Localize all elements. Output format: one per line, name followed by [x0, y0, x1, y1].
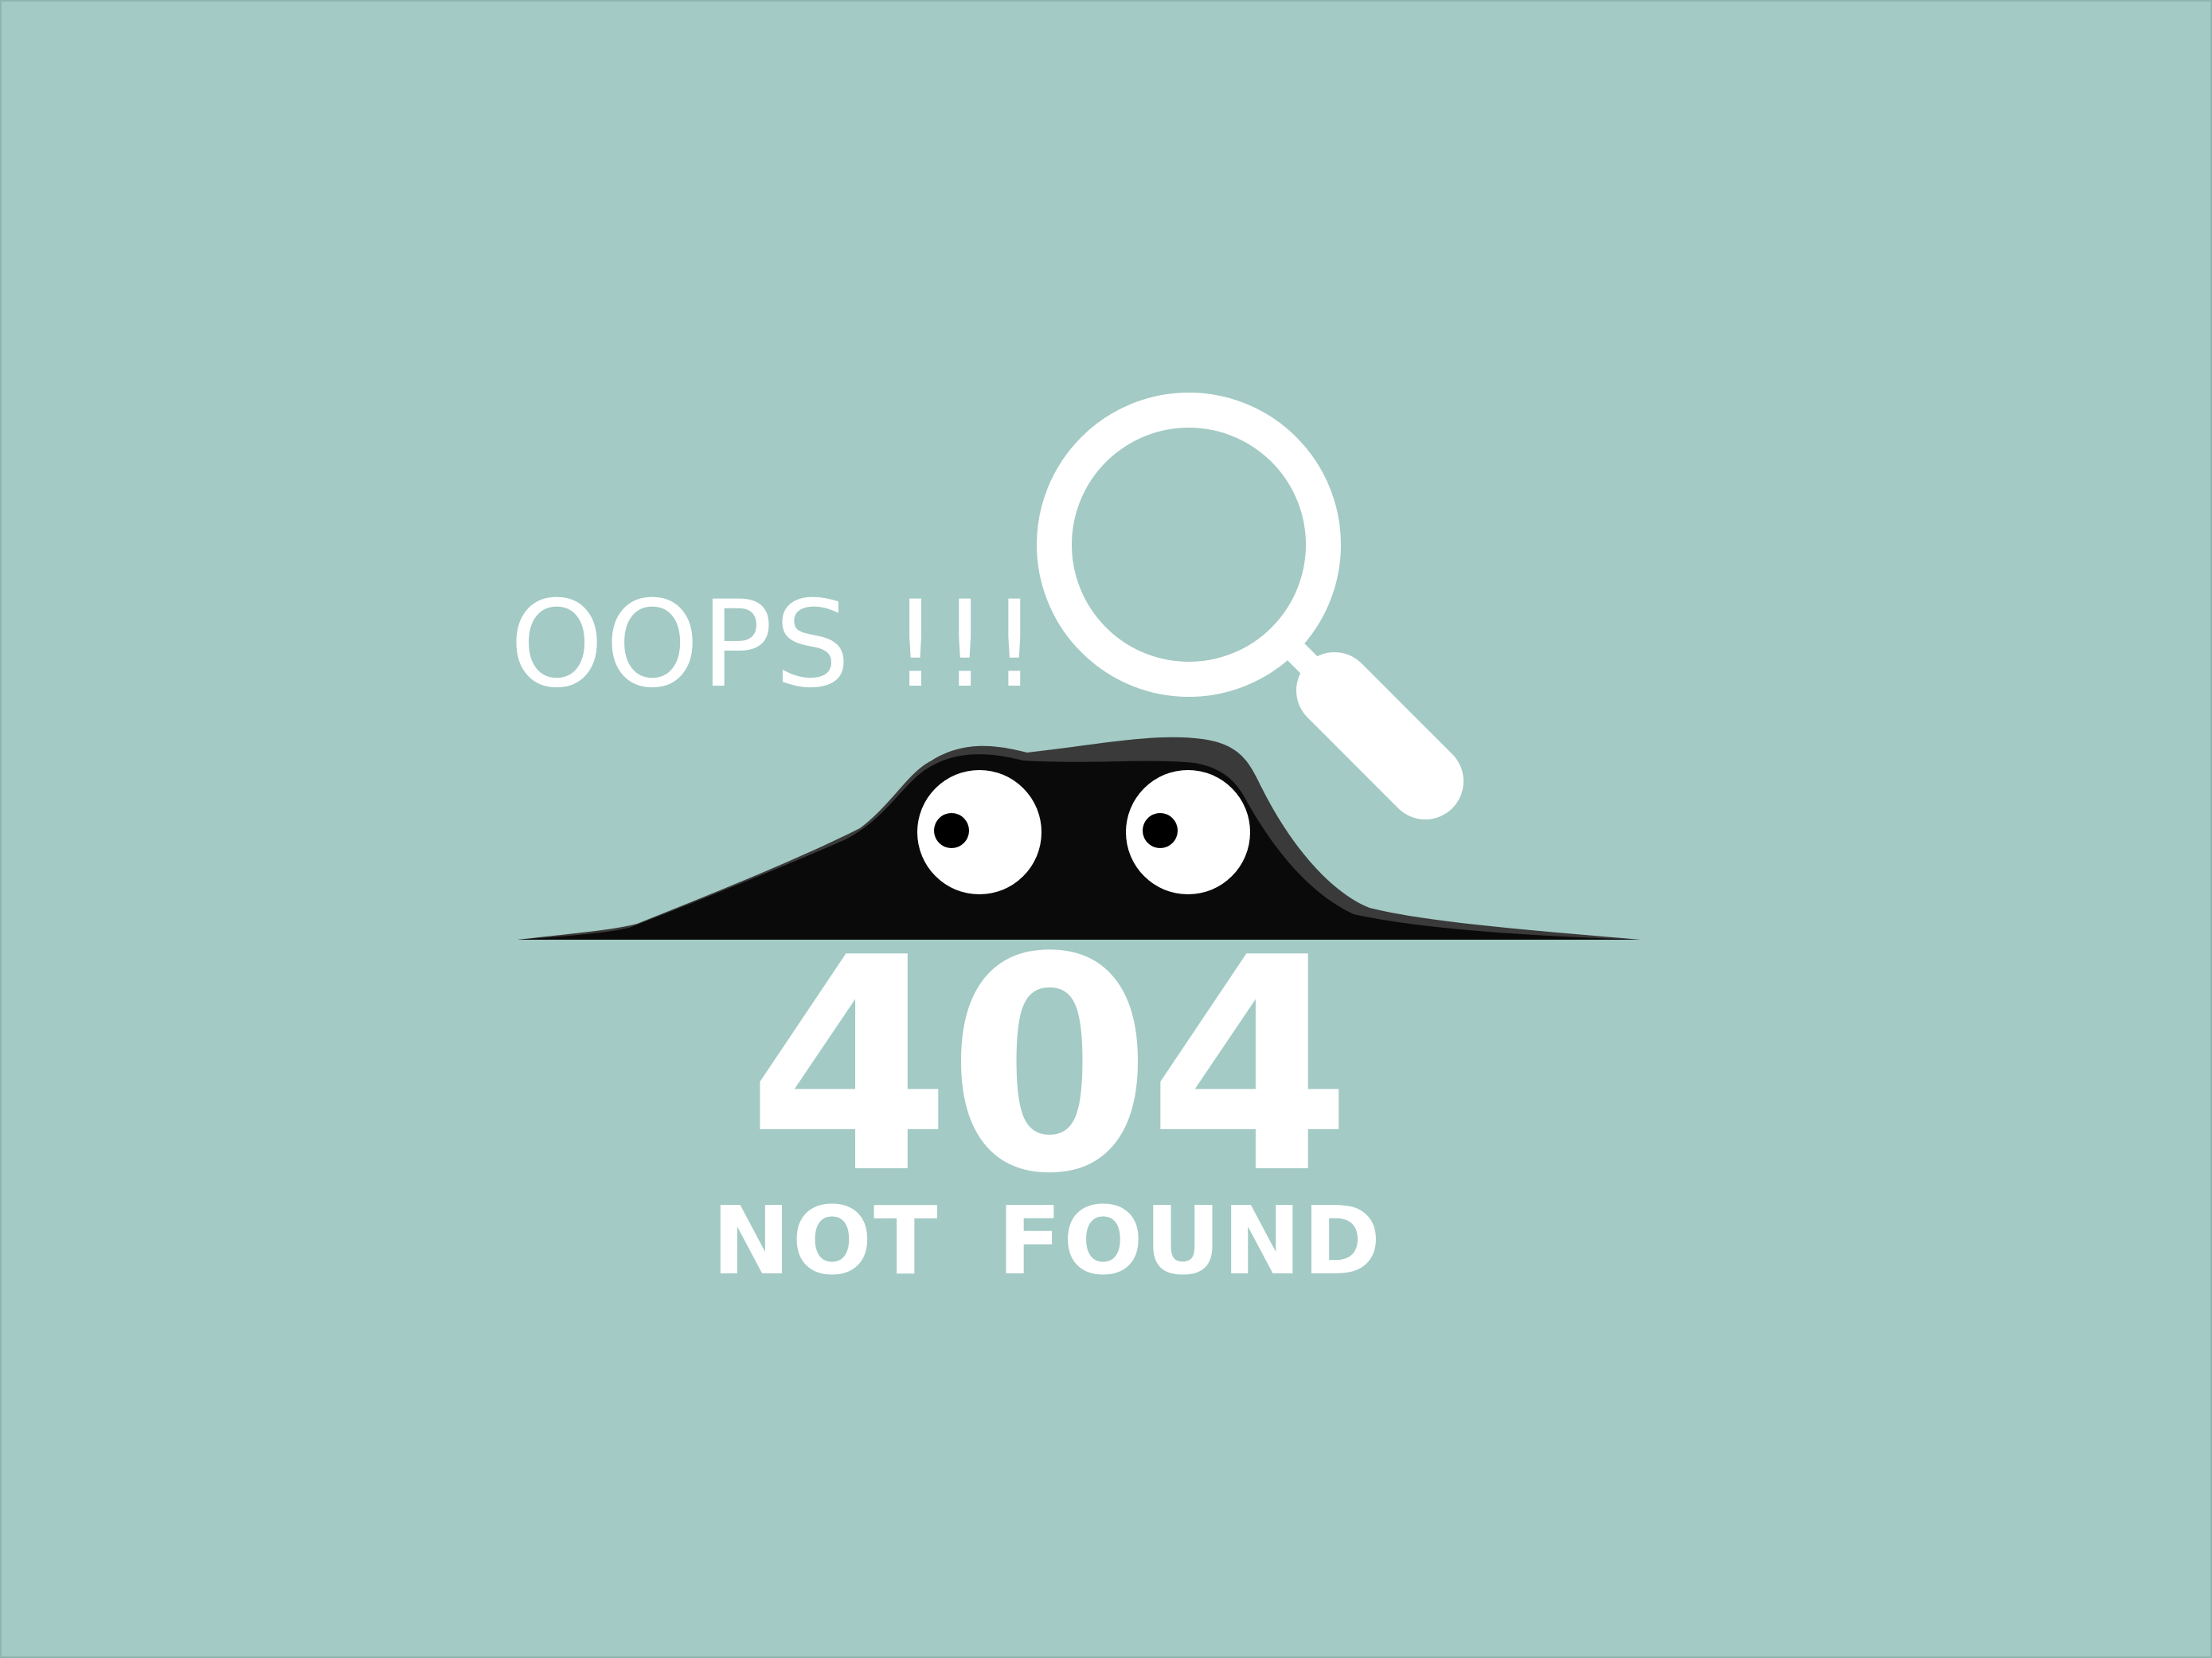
error-code: 404 [746, 896, 1352, 1238]
error-message: NOT FOUND [711, 1186, 1383, 1296]
right-pupil [1143, 813, 1178, 848]
magnifying-glass-icon [1037, 393, 1464, 819]
left-pupil [934, 813, 969, 848]
illustration [518, 393, 1640, 940]
